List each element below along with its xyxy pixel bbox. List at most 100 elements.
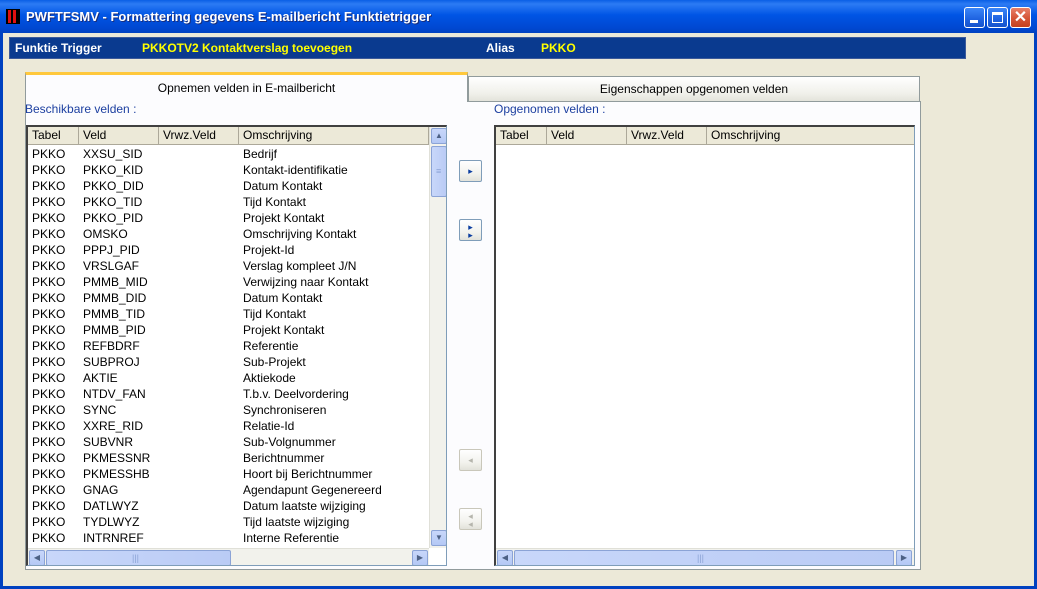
close-button[interactable]: ✕ — [1010, 7, 1031, 28]
included-fields-label: Opgenomen velden : — [494, 102, 606, 116]
cell-omschrijving: Projekt Kontakt — [243, 323, 325, 337]
cell-tabel: PKKO — [32, 275, 66, 289]
scroll-right-button[interactable]: ▶ — [896, 550, 912, 565]
maximize-button[interactable] — [987, 7, 1008, 28]
scroll-right-button[interactable]: ▶ — [412, 550, 428, 565]
table-row[interactable]: PKKO NTDV_FAN T.b.v. Deelvordering — [28, 386, 429, 402]
column-header-tabel[interactable]: Tabel — [496, 127, 547, 145]
add-field-button[interactable]: ▸ — [459, 160, 482, 182]
scroll-up-button[interactable]: ▲ — [431, 128, 446, 144]
available-fields-grid[interactable]: Tabel Veld Vrwz.Veld Omschrijving PKKO XX… — [26, 125, 447, 566]
column-header-omschrijving[interactable]: Omschrijving — [707, 127, 914, 145]
table-row[interactable]: PKKO TYDLWYZ Tijd laatste wijziging — [28, 514, 429, 530]
table-row[interactable]: PKKO PKMESSNR Berichtnummer — [28, 450, 429, 466]
column-header-vrwz-veld[interactable]: Vrwz.Veld — [627, 127, 707, 145]
cell-omschrijving: Interne Referentie — [243, 531, 340, 545]
cell-veld: PKKO_PID — [83, 211, 144, 225]
cell-tabel: PKKO — [32, 227, 66, 241]
scroll-thumb-horizontal[interactable]: ||| — [514, 550, 894, 565]
cell-tabel: PKKO — [32, 211, 66, 225]
vertical-scrollbar[interactable]: ▲ ≡ ▼ — [429, 127, 446, 548]
table-row[interactable]: PKKO PMMB_DID Datum Kontakt — [28, 290, 429, 306]
cell-omschrijving: Referentie — [243, 339, 299, 353]
remove-all-fields-button[interactable]: ◂ ◂ — [459, 508, 482, 530]
cell-veld: PKKO_TID — [83, 195, 143, 209]
add-all-fields-button[interactable]: ▸ ▸ — [459, 219, 482, 241]
cell-omschrijving: Bedrijf — [243, 147, 278, 161]
cell-vrwz-veld — [159, 402, 239, 418]
horizontal-scrollbar[interactable]: ◀ ||| ▶ — [496, 548, 914, 565]
scroll-left-button[interactable]: ◀ — [29, 550, 45, 565]
cell-omschrijving: Datum laatste wijziging — [243, 499, 366, 513]
scroll-left-button[interactable]: ◀ — [497, 550, 513, 565]
cell-vrwz-veld — [159, 178, 239, 194]
trigger-label: Funktie Trigger — [15, 41, 102, 55]
cell-veld: DATLWYZ — [83, 499, 139, 513]
title-bar: PWFTFSMV - Formattering gegevens E-mailb… — [0, 0, 1037, 33]
table-row[interactable]: PKKO PMMB_TID Tijd Kontakt — [28, 306, 429, 322]
column-header-veld[interactable]: Veld — [79, 127, 159, 145]
cell-tabel: PKKO — [32, 515, 66, 529]
cell-omschrijving: Berichtnummer — [243, 451, 325, 465]
table-row[interactable]: PKKO OMSKO Omschrijving Kontakt — [28, 226, 429, 242]
cell-omschrijving: Tijd Kontakt — [243, 307, 306, 321]
table-row[interactable]: PKKO INTRNREF Interne Referentie — [28, 530, 429, 546]
available-rows: PKKO XXSU_SID Bedrijf PKKO PKKO_KID Kontakt-i… — [28, 146, 429, 546]
table-row[interactable]: PKKO PPPJ_PID Projekt-Id — [28, 242, 429, 258]
table-row[interactable]: PKKO PKKO_KID Kontakt-identifikatie — [28, 162, 429, 178]
scroll-thumb-vertical[interactable]: ≡ — [431, 146, 446, 197]
cell-omschrijving: Projekt Kontakt — [243, 211, 325, 225]
column-header-tabel[interactable]: Tabel — [28, 127, 79, 145]
cell-veld: GNAG — [83, 483, 119, 497]
table-row[interactable]: PKKO PMMB_MID Verwijzing naar Kontakt — [28, 274, 429, 290]
table-row[interactable]: PKKO REFBDRF Referentie — [28, 338, 429, 354]
table-row[interactable]: PKKO PKKO_DID Datum Kontakt — [28, 178, 429, 194]
cell-vrwz-veld — [159, 450, 239, 466]
table-row[interactable]: PKKO SUBPROJ Sub-Projekt — [28, 354, 429, 370]
table-row[interactable]: PKKO GNAG Agendapunt Gegenereerd — [28, 482, 429, 498]
cell-omschrijving: Verslag kompleet J/N — [243, 259, 357, 273]
scroll-grip-icon: ||| — [132, 553, 140, 563]
tab-opnemen-velden[interactable]: Opnemen velden in E-mailbericht — [25, 72, 468, 102]
cell-veld: OMSKO — [83, 227, 128, 241]
cell-veld: PMMB_MID — [83, 275, 148, 289]
table-row[interactable]: PKKO VRSLGAF Verslag kompleet J/N — [28, 258, 429, 274]
cell-veld: INTRNREF — [83, 531, 144, 545]
available-fields-label: Beschikbare velden : — [25, 102, 137, 116]
cell-tabel: PKKO — [32, 355, 66, 369]
cell-vrwz-veld — [159, 306, 239, 322]
minimize-icon — [970, 20, 978, 23]
table-row[interactable]: PKKO AKTIE Aktiekode — [28, 370, 429, 386]
scroll-thumb-horizontal[interactable]: ||| — [46, 550, 231, 565]
table-row[interactable]: PKKO PKKO_TID Tijd Kontakt — [28, 194, 429, 210]
horizontal-scrollbar[interactable]: ◀ ||| ▶ — [28, 548, 429, 565]
included-fields-grid[interactable]: Tabel Veld Vrwz.Veld Omschrijving ◀ ||| … — [494, 125, 915, 566]
column-header-omschrijving[interactable]: Omschrijving — [239, 127, 429, 145]
cell-omschrijving: Omschrijving Kontakt — [243, 227, 357, 241]
table-row[interactable]: PKKO XXSU_SID Bedrijf — [28, 146, 429, 162]
table-row[interactable]: PKKO SUBVNR Sub-Volgnummer — [28, 434, 429, 450]
cell-omschrijving: Tijd laatste wijziging — [243, 515, 350, 529]
cell-tabel: PKKO — [32, 371, 66, 385]
table-row[interactable]: PKKO SYNC Synchroniseren — [28, 402, 429, 418]
remove-field-button[interactable]: ◂ — [459, 449, 482, 471]
cell-veld: PKMESSHB — [83, 467, 150, 481]
cell-tabel: PKKO — [32, 163, 66, 177]
cell-omschrijving: Sub-Volgnummer — [243, 435, 336, 449]
table-row[interactable]: PKKO PKMESSHB Hoort bij Berichtnummer — [28, 466, 429, 482]
minimize-button[interactable] — [964, 7, 985, 28]
scroll-down-button[interactable]: ▼ — [431, 530, 446, 546]
column-header-vrwz-veld[interactable]: Vrwz.Veld — [159, 127, 239, 145]
table-row[interactable]: PKKO DATLWYZ Datum laatste wijziging — [28, 498, 429, 514]
cell-vrwz-veld — [159, 322, 239, 338]
cell-tabel: PKKO — [32, 531, 66, 545]
cell-veld: SUBVNR — [83, 435, 134, 449]
column-header-veld[interactable]: Veld — [547, 127, 627, 145]
app-icon[interactable] — [6, 9, 20, 24]
cell-tabel: PKKO — [32, 499, 66, 513]
table-row[interactable]: PKKO XXRE_RID Relatie-Id — [28, 418, 429, 434]
table-row[interactable]: PKKO PKKO_PID Projekt Kontakt — [28, 210, 429, 226]
table-row[interactable]: PKKO PMMB_PID Projekt Kontakt — [28, 322, 429, 338]
cell-tabel: PKKO — [32, 323, 66, 337]
tab-eigenschappen[interactable]: Eigenschappen opgenomen velden — [468, 76, 920, 101]
